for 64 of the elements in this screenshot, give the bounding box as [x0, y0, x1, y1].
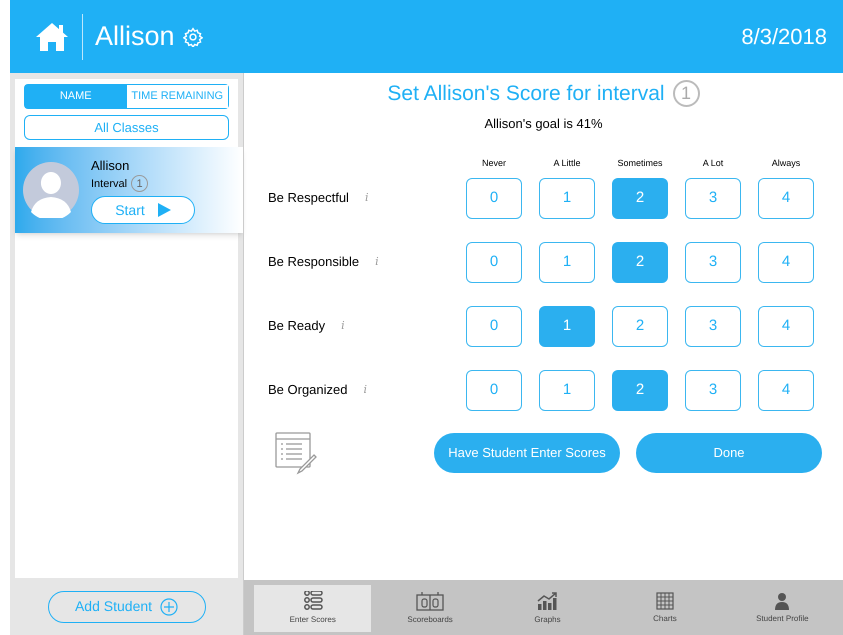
add-student-button[interactable]: Add Student	[48, 590, 206, 622]
notes-icon[interactable]	[274, 430, 318, 474]
info-icon[interactable]: i	[375, 254, 379, 270]
avatar	[23, 162, 79, 218]
behavior-label: Be Respectful	[268, 189, 349, 208]
page-title: Set Allison's Score for interval	[387, 81, 665, 107]
interval-number: 1	[131, 175, 148, 192]
score-button[interactable]: 2	[612, 178, 668, 218]
score-button[interactable]: 1	[539, 370, 595, 410]
score-button[interactable]: 4	[758, 178, 814, 218]
sort-tab[interactable]: NAME	[25, 85, 126, 108]
interval-label: Interval	[91, 176, 128, 192]
info-icon[interactable]: i	[364, 190, 368, 206]
student-name: Allison	[95, 20, 175, 54]
score-button[interactable]: 3	[685, 370, 741, 410]
score-button[interactable]: 0	[466, 370, 522, 410]
settings-icon[interactable]	[182, 26, 203, 46]
class-filter-button[interactable]: All Classes	[24, 115, 229, 140]
tab-bar-item[interactable]: Enter Scores	[254, 585, 372, 632]
score-button[interactable]: 3	[685, 242, 741, 282]
goal-text: Allison's goal is 41%	[484, 114, 603, 133]
tab-bar-item[interactable]: Charts	[606, 585, 724, 632]
score-button[interactable]: 0	[466, 306, 522, 346]
score-button[interactable]: 1	[539, 306, 595, 346]
tab-bar-item[interactable]: Student Profile	[724, 585, 842, 632]
home-icon[interactable]	[34, 20, 70, 52]
scale-label: Sometimes	[616, 157, 664, 170]
scale-label: A Lot	[702, 157, 724, 170]
info-icon[interactable]: i	[364, 382, 368, 398]
scoreboard-icon	[416, 591, 444, 611]
person-icon	[774, 592, 790, 610]
plus-icon	[160, 598, 178, 616]
tab-bar-item[interactable]: Scoreboards	[371, 585, 489, 632]
grid-icon	[656, 592, 674, 610]
bar-graph-icon	[536, 591, 559, 611]
score-button[interactable]: 4	[758, 370, 814, 410]
score-button[interactable]: 2	[612, 242, 668, 282]
score-button[interactable]: 3	[685, 306, 741, 346]
student-enter-scores-button[interactable]: Have Student Enter Scores	[434, 432, 620, 472]
score-button[interactable]: 4	[758, 306, 814, 346]
date: 8/3/2018	[741, 23, 827, 51]
student-name: Allison	[91, 156, 130, 175]
score-button[interactable]: 0	[466, 178, 522, 218]
behavior-label: Be Ready	[268, 317, 326, 336]
score-button[interactable]: 3	[685, 178, 741, 218]
score-button[interactable]: 4	[758, 242, 814, 282]
done-button[interactable]: Done	[636, 432, 822, 472]
score-button[interactable]: 2	[612, 370, 668, 410]
score-button[interactable]: 0	[466, 242, 522, 282]
scale-label: Never	[480, 157, 507, 170]
scale-label: A Little	[552, 157, 582, 170]
behavior-label: Be Organized	[268, 381, 348, 400]
behavior-label: Be Responsible	[268, 253, 360, 272]
start-button[interactable]: Start	[91, 196, 195, 224]
info-icon[interactable]: i	[341, 318, 345, 334]
score-button[interactable]: 1	[539, 178, 595, 218]
scale-label: Always	[770, 157, 802, 170]
student-card[interactable]: Allison Interval 1 Start	[15, 147, 243, 233]
list-icon	[302, 591, 323, 611]
tab-bar-item[interactable]: Graphs	[488, 585, 606, 632]
play-icon	[156, 203, 171, 218]
score-button[interactable]: 1	[539, 242, 595, 282]
interval-number: 1	[672, 80, 700, 108]
score-button[interactable]: 2	[612, 306, 668, 346]
